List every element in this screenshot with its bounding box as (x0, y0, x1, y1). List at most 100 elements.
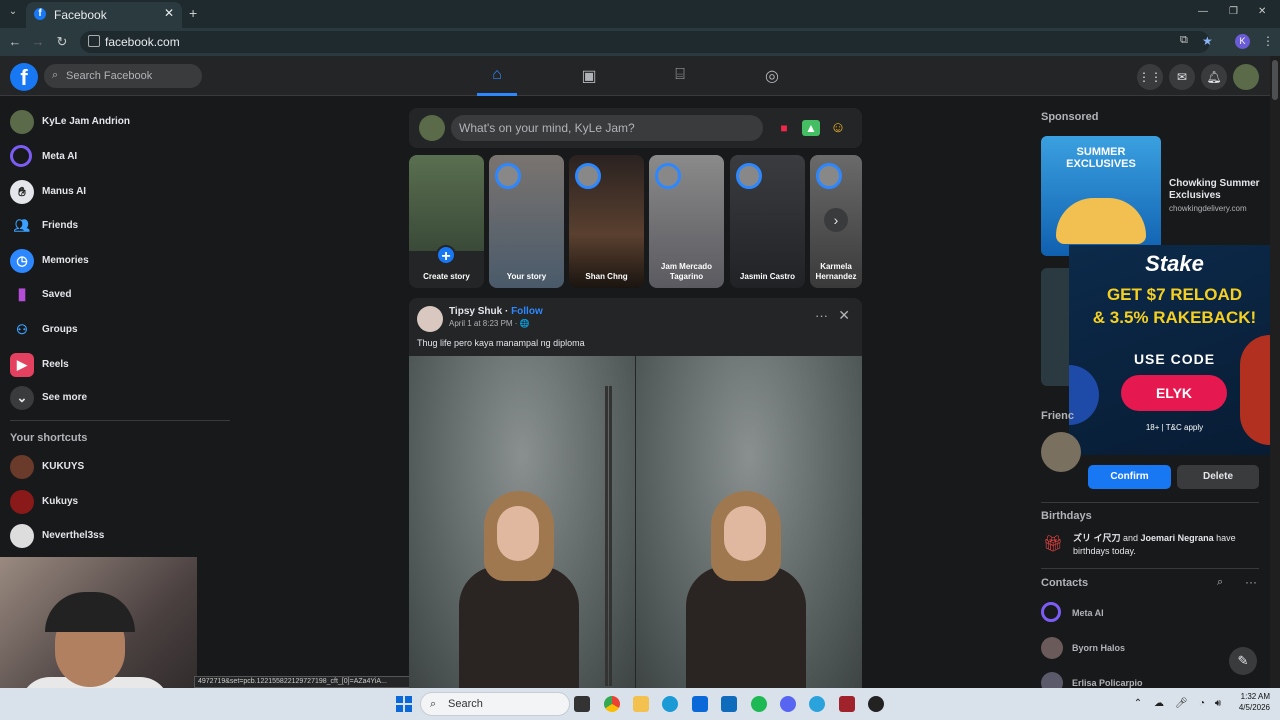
notifications-bell-icon[interactable]: 🔔︎ (1201, 64, 1227, 90)
facebook-header: f ⌕ Search Facebook ⌂ ▣ ⌸ ◎ ⋮⋮ ✉ 🔔︎ (0, 56, 1270, 96)
clock[interactable]: 1:32 AM 4/5/2026 (1228, 691, 1270, 713)
shortcut-item[interactable]: Neverthel3ss (10, 522, 230, 552)
groups-icon[interactable]: ◎ (752, 66, 792, 88)
stake-promo-overlay[interactable]: Stake GET $7 RELOAD & 3.5% RAKEBACK! USE… (1069, 245, 1280, 455)
post-author-avatar[interactable] (417, 306, 443, 332)
search-icon[interactable]: ⌕ (1217, 576, 1223, 589)
obs-icon[interactable] (868, 696, 884, 712)
ad-title[interactable]: Chowking Summer Exclusives (1169, 178, 1264, 202)
shortcut-item[interactable]: Kukuys (10, 488, 230, 518)
chevron-up-icon[interactable]: ⌃ (1132, 698, 1144, 710)
store-icon[interactable] (692, 696, 708, 712)
story-card[interactable]: Jam Mercado Tagarino (649, 155, 724, 288)
post-photo-right[interactable] (609, 356, 862, 688)
video-icon[interactable]: ▣ (569, 66, 609, 88)
tab-close-icon[interactable]: ✕ (164, 6, 174, 20)
composer-input[interactable]: What's on your mind, KyLe Jam? (451, 115, 763, 141)
sidebar-item-manus-ai[interactable]: ✋︎ Manus AI (10, 178, 230, 208)
avatar[interactable] (419, 115, 445, 141)
home-icon[interactable]: ⌂ (477, 66, 517, 96)
post-date[interactable]: April 1 at 8:23 PM · 🌐 (449, 319, 530, 328)
profile-avatar[interactable]: K (1235, 34, 1250, 49)
wifi-icon[interactable]: ◔ (1196, 698, 1208, 710)
new-message-icon[interactable]: ✎ (1229, 647, 1257, 675)
friend-request-avatar[interactable] (1041, 432, 1081, 472)
volume-icon[interactable]: 🔊︎ (1212, 698, 1224, 710)
discord-icon[interactable] (780, 696, 796, 712)
post-more-icon[interactable]: ··· (815, 308, 828, 323)
telegram-icon[interactable] (809, 696, 825, 712)
browser-tab[interactable]: f Facebook ✕ (26, 2, 182, 28)
contact-item[interactable]: Byorn Halos (1041, 637, 1261, 663)
site-info-icon[interactable] (88, 35, 100, 47)
taskbar-search-label: Search (448, 698, 483, 710)
outlook-icon[interactable] (721, 696, 737, 712)
forward-icon[interactable]: → (29, 33, 47, 51)
birthdays-text[interactable]: ズリ イ尺刀 and Joemari Negrana have birthday… (1073, 532, 1263, 558)
photo-icon[interactable]: ▲ (802, 120, 820, 136)
reload-icon[interactable]: ↻ (53, 33, 71, 51)
live-video-icon[interactable]: ■ (775, 120, 793, 136)
back-icon[interactable]: ← (6, 33, 24, 51)
sidebar-item-groups[interactable]: ⚇ Groups (10, 316, 230, 346)
scrollbar[interactable] (1270, 56, 1280, 688)
spotify-icon[interactable] (751, 696, 767, 712)
edge-icon[interactable] (662, 696, 678, 712)
url-field[interactable]: facebook.com ⧉ ★ (80, 31, 1213, 53)
clock-icon: ◷ (10, 249, 34, 273)
minimize-button[interactable]: — (1198, 6, 1208, 17)
close-window-button[interactable]: ✕ (1258, 6, 1266, 17)
facebook-logo[interactable]: f (10, 63, 38, 91)
account-avatar[interactable] (1233, 64, 1259, 90)
create-story-card[interactable]: + Create story (409, 155, 484, 288)
post-author-line: Tipsy Shuk · Follow (449, 306, 543, 317)
post-author-name[interactable]: Tipsy Shuk (449, 306, 502, 317)
sidebar-item-saved[interactable]: ▮ Saved (10, 281, 230, 311)
marketplace-icon[interactable]: ⌸ (660, 66, 700, 88)
task-view-icon[interactable] (574, 696, 590, 712)
sidebar-item-see-more[interactable]: ⌄ See more (10, 384, 230, 414)
story-card[interactable]: Shan Chng (569, 155, 644, 288)
new-tab-button[interactable]: + (189, 5, 197, 21)
confirm-button[interactable]: Confirm (1088, 465, 1171, 489)
menu-grid-icon[interactable]: ⋮⋮ (1137, 64, 1163, 90)
gift-icon: 🎁︎ (1043, 536, 1064, 553)
post-close-icon[interactable]: ✕ (838, 307, 850, 324)
use-code-label: USE CODE (1133, 351, 1216, 367)
capcut-icon[interactable] (839, 696, 855, 712)
follow-button[interactable]: Follow (511, 306, 543, 317)
sidebar-item-friends[interactable]: 👥︎ Friends (10, 212, 230, 242)
shortcut-item[interactable]: KUKUYS (10, 453, 230, 483)
file-explorer-icon[interactable] (633, 696, 649, 712)
feeling-icon[interactable]: ☺ (829, 120, 847, 136)
browser-menu-icon[interactable]: ⋮ (1262, 34, 1274, 48)
tab-search-chevron-icon[interactable]: ⌄ (6, 6, 20, 20)
sidebar-item-meta-ai[interactable]: Meta AI (10, 143, 230, 173)
contact-item[interactable]: Erlisa Policarpio (1041, 672, 1261, 688)
chrome-icon[interactable] (604, 696, 620, 712)
second-ad-image[interactable] (1041, 268, 1069, 386)
stories-next-arrow-icon[interactable]: › (824, 208, 848, 232)
ad-image[interactable]: SUMMER EXCLUSIVES (1041, 136, 1161, 256)
restore-button[interactable]: ❐ (1229, 6, 1238, 17)
sidebar-item-reels[interactable]: ▶ Reels (10, 351, 230, 381)
cloud-icon[interactable]: ☁ (1153, 698, 1165, 710)
story-card[interactable]: Your story (489, 155, 564, 288)
search-input[interactable]: ⌕ Search Facebook (44, 64, 202, 88)
more-icon[interactable]: ··· (1245, 575, 1257, 589)
post-photo-left[interactable] (409, 356, 635, 688)
shortcut-avatar (10, 455, 34, 479)
install-app-icon[interactable]: ⧉ (1180, 34, 1188, 47)
sidebar-item-profile[interactable]: KyLe Jam Andrion (10, 108, 230, 138)
scrollbar-thumb[interactable] (1272, 60, 1278, 100)
delete-button[interactable]: Delete (1177, 465, 1259, 489)
bookmark-star-icon[interactable]: ★ (1202, 34, 1213, 48)
taskbar-search[interactable]: ⌕ Search (420, 692, 570, 716)
promo-code-button[interactable]: ELYK (1121, 375, 1227, 411)
story-card[interactable]: Jasmin Castro (730, 155, 805, 288)
messenger-icon[interactable]: ✉ (1169, 64, 1195, 90)
contact-item[interactable]: Meta AI (1041, 602, 1261, 628)
sidebar-item-memories[interactable]: ◷ Memories (10, 247, 230, 277)
microphone-icon[interactable]: 🎤︎ (1175, 698, 1188, 710)
windows-start-icon[interactable] (396, 696, 412, 712)
